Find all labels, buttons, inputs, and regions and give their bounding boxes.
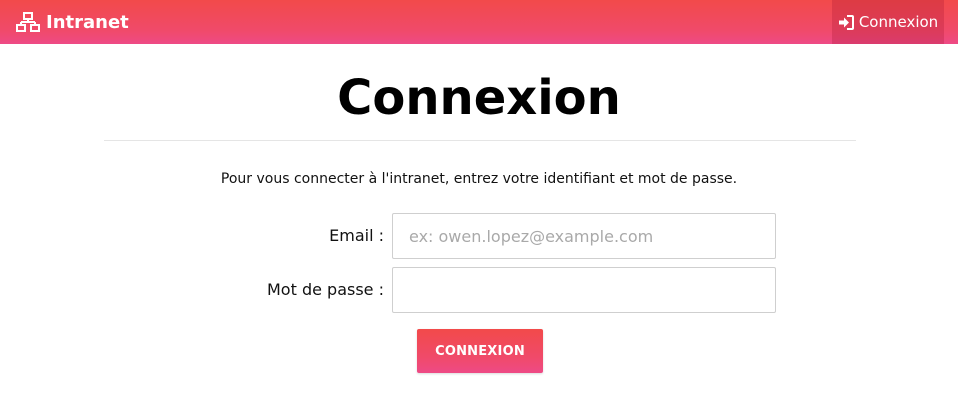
password-field[interactable] — [392, 267, 776, 313]
network-icon — [16, 12, 40, 32]
email-label: Email : — [329, 226, 384, 245]
nav-login-label: Connexion — [858, 13, 939, 31]
nav-login-link[interactable]: Connexion — [832, 0, 944, 44]
page-title: Connexion — [337, 70, 621, 126]
password-label: Mot de passe : — [267, 280, 384, 299]
brand-label: Intranet — [46, 11, 129, 33]
sign-in-icon — [838, 14, 854, 30]
top-navbar: Intranet Connexion — [0, 0, 958, 44]
login-instructions: Pour vous connecter à l'intranet, entrez… — [220, 171, 738, 187]
brand-link[interactable]: Intranet — [16, 10, 129, 34]
login-submit-button[interactable]: CONNEXION — [417, 329, 543, 373]
email-field[interactable] — [392, 213, 776, 259]
title-divider — [104, 140, 856, 141]
